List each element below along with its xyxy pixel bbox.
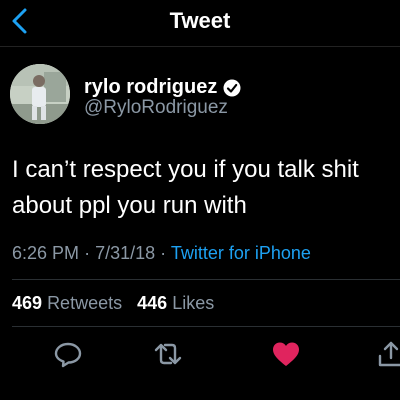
share-icon[interactable]	[376, 340, 400, 368]
heart-icon[interactable]	[271, 340, 301, 368]
like-count: 446	[137, 293, 168, 313]
tweet-stats: 469 Retweets 446 Likes	[12, 293, 214, 314]
retweet-label: Retweets	[47, 293, 123, 313]
header-divider	[0, 46, 400, 47]
like-label: Likes	[172, 293, 215, 313]
author-handle[interactable]: @RyloRodriguez	[84, 97, 228, 119]
meta-separator: ·	[160, 243, 171, 263]
tweet-source[interactable]: Twitter for iPhone	[171, 243, 311, 263]
author-name[interactable]: rylo rodriguez	[84, 76, 217, 99]
stats-divider	[12, 326, 400, 327]
tweet-meta: 6:26 PM · 7/31/18 · Twitter for iPhone	[12, 243, 311, 264]
retweet-icon[interactable]	[153, 340, 183, 368]
action-bar	[0, 328, 400, 376]
meta-divider	[12, 279, 400, 280]
tweet-time: 6:26 PM	[12, 243, 80, 263]
avatar[interactable]	[10, 64, 70, 124]
verified-badge-icon	[223, 79, 241, 96]
navigation-bar: Tweet	[0, 0, 400, 44]
tweet-date: 7/31/18	[95, 243, 156, 263]
avatar-image	[10, 64, 70, 124]
page-title: Tweet	[169, 8, 231, 33]
reply-icon[interactable]	[53, 340, 83, 368]
tweet-text: I can’t respect you if you talk shit abo…	[12, 156, 359, 219]
retweet-stat[interactable]: 469 Retweets	[12, 293, 122, 313]
like-stat[interactable]: 446 Likes	[137, 293, 214, 313]
meta-separator: ·	[84, 243, 96, 263]
retweet-count: 469	[12, 293, 43, 313]
author-name-row: rylo rodriguez	[84, 76, 241, 99]
